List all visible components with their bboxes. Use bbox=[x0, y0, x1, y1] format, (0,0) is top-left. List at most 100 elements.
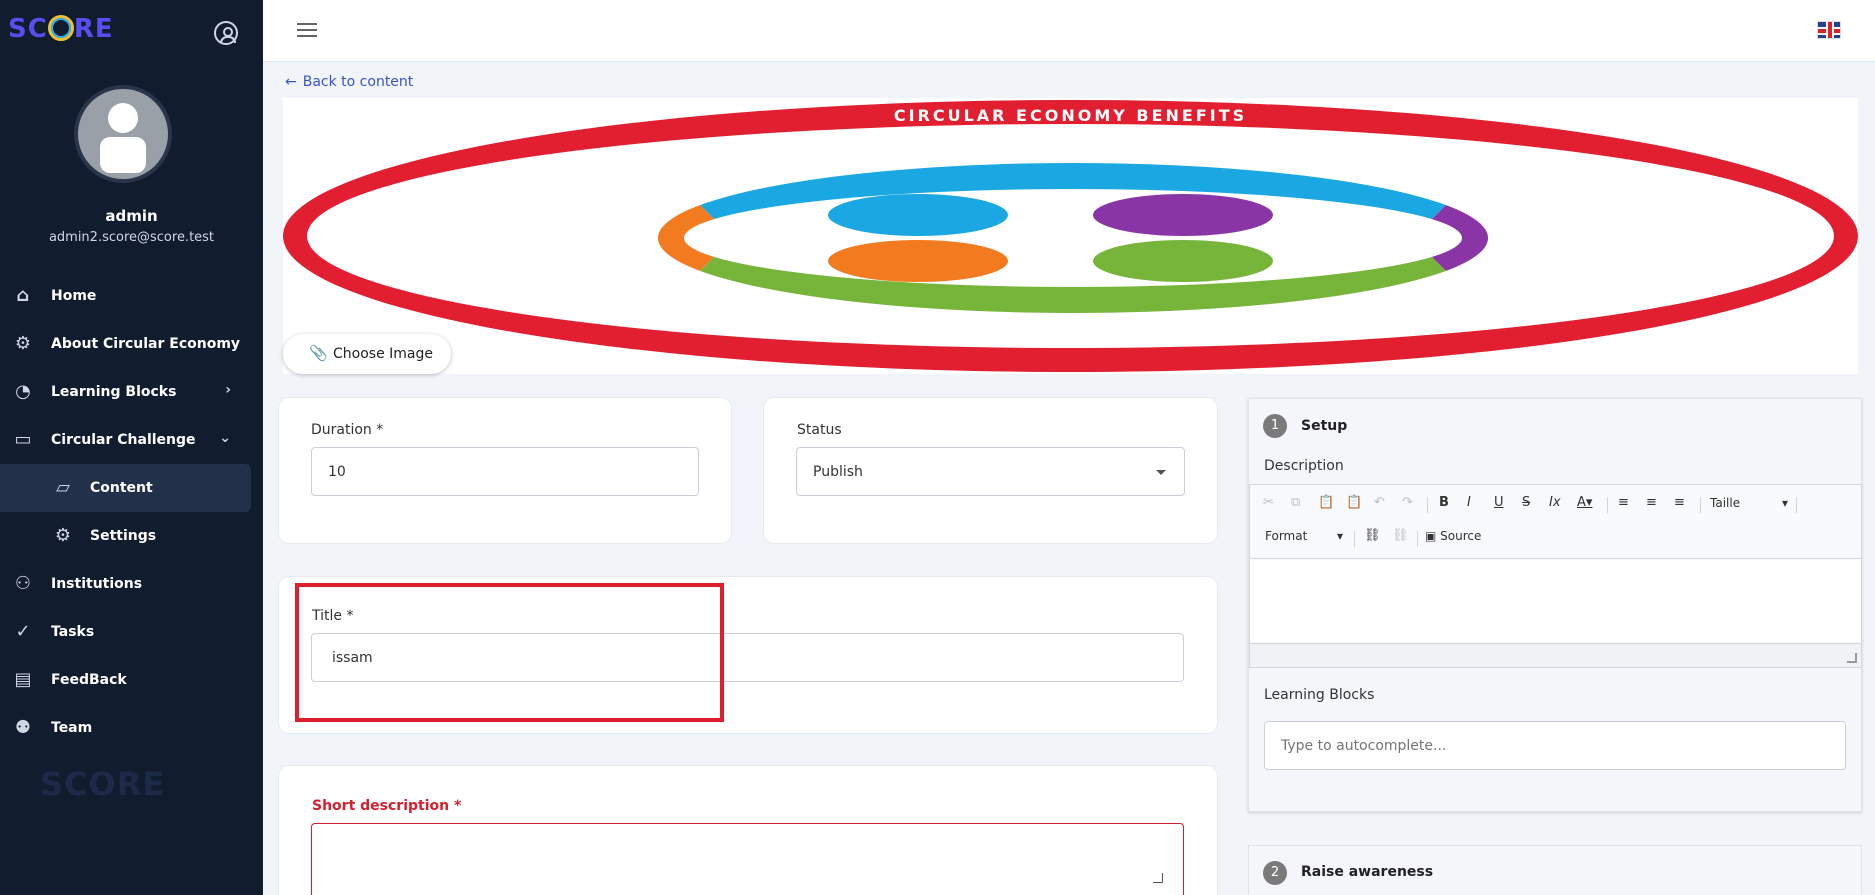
sidebar-item-about[interactable]: ⚙ About Circular Economy bbox=[0, 320, 263, 368]
uk-flag-icon[interactable] bbox=[1817, 21, 1841, 39]
align-left-icon[interactable]: ≡ bbox=[1618, 495, 1629, 510]
strike-icon[interactable]: S bbox=[1522, 495, 1530, 510]
undo-icon[interactable]: ↶ bbox=[1374, 495, 1385, 510]
sidebar-item-label: Settings bbox=[90, 528, 157, 544]
sidebar-item-institutions[interactable]: ⚇ Institutions bbox=[0, 560, 263, 608]
format-select[interactable]: Format ▾ bbox=[1265, 529, 1343, 543]
redo-icon[interactable]: ↷ bbox=[1402, 495, 1413, 510]
sidebar-item-label: Circular Challenge bbox=[51, 432, 196, 448]
back-to-content-link[interactable]: ← Back to content bbox=[285, 74, 413, 90]
duration-input[interactable]: 10 bbox=[311, 447, 699, 496]
toolbar-divider bbox=[1700, 497, 1701, 513]
choose-image-button[interactable]: 📎 Choose Image bbox=[283, 334, 451, 374]
resize-handle-icon[interactable] bbox=[1847, 653, 1857, 663]
score-logo[interactable]: SC RE bbox=[8, 14, 114, 44]
source-button[interactable]: ▣ Source bbox=[1425, 529, 1481, 543]
duration-label: Duration * bbox=[311, 422, 384, 438]
sidebar-item-settings[interactable]: ⚙ Settings bbox=[0, 512, 263, 560]
dropdown-arrow-icon: ▾ bbox=[1782, 496, 1789, 510]
status-card: Status Publish bbox=[764, 398, 1217, 543]
sidebar-item-home[interactable]: ⌂ Home bbox=[0, 272, 263, 320]
sidebar: SC RE admin admin2.score@score.test ⌂ Hom… bbox=[0, 0, 263, 895]
learning-blocks-input[interactable] bbox=[1264, 721, 1846, 770]
font-size-select[interactable]: Taille ▾ bbox=[1710, 496, 1788, 510]
sidebar-item-label: Home bbox=[51, 288, 97, 304]
user-email: admin2.score@score.test bbox=[48, 230, 215, 245]
gear-icon: ⚙ bbox=[54, 525, 72, 546]
resize-handle-icon[interactable] bbox=[1153, 873, 1163, 883]
source-label: Source bbox=[1440, 529, 1482, 543]
status-select[interactable]: Publish bbox=[796, 447, 1185, 496]
sidebar-item-feedback[interactable]: ▤ FeedBack bbox=[0, 656, 263, 704]
account-icon[interactable] bbox=[214, 21, 238, 45]
toolbar-divider bbox=[1607, 497, 1608, 513]
editor-content-area[interactable] bbox=[1250, 560, 1861, 642]
description-editor: ✂ ⧉ 📋 📋 ↶ ↷ B I U S Ix A▾ ≡ ≡ ≡ Taille ▾ … bbox=[1249, 484, 1862, 668]
menu-icon[interactable] bbox=[297, 23, 317, 37]
pie-chart-icon: ◔ bbox=[15, 381, 31, 402]
remanufacture-disc bbox=[1093, 240, 1273, 282]
text-color-icon[interactable]: A▾ bbox=[1577, 495, 1592, 510]
reduce-disc bbox=[828, 194, 1008, 236]
remove-format-icon[interactable]: Ix bbox=[1549, 495, 1561, 510]
paste-icon[interactable]: 📋 bbox=[1318, 495, 1334, 510]
short-description-textarea[interactable] bbox=[311, 823, 1184, 895]
editor-footer bbox=[1250, 643, 1861, 667]
sidebar-item-content[interactable]: ▱ Content bbox=[0, 464, 251, 512]
paperclip-icon: 📎 bbox=[309, 344, 328, 362]
sidebar-item-learning-blocks[interactable]: ◔ Learning Blocks › bbox=[0, 368, 263, 416]
sidebar-item-team[interactable]: ⚉ Team bbox=[0, 704, 263, 752]
cover-image: CIRCULAR ECONOMY BENEFITS bbox=[283, 98, 1858, 374]
sidebar-item-label: Content bbox=[90, 480, 153, 496]
home-icon: ⌂ bbox=[16, 285, 30, 306]
toolbar-divider bbox=[1417, 531, 1418, 547]
sidebar-item-label: Team bbox=[51, 720, 93, 736]
cut-icon[interactable]: ✂ bbox=[1263, 495, 1274, 510]
sidebar-nav: ⌂ Home ⚙ About Circular Economy ◔ Learni… bbox=[0, 272, 263, 752]
copy-icon[interactable]: ⧉ bbox=[1291, 495, 1300, 510]
short-description-card: Short description * bbox=[279, 766, 1217, 895]
arrow-left-icon: ← bbox=[285, 74, 297, 90]
editor-toolbar: ✂ ⧉ 📋 📋 ↶ ↷ B I U S Ix A▾ ≡ ≡ ≡ Taille ▾ … bbox=[1250, 485, 1861, 559]
step-number: 1 bbox=[1263, 414, 1287, 438]
sidebar-item-tasks[interactable]: ✓ Tasks bbox=[0, 608, 263, 656]
step-number: 2 bbox=[1263, 861, 1287, 885]
raise-awareness-panel: 2 Raise awareness bbox=[1248, 845, 1862, 895]
status-value: Publish bbox=[813, 463, 863, 480]
recycle-disc bbox=[828, 240, 1008, 282]
short-description-label: Short description * bbox=[312, 798, 462, 814]
back-link-label: Back to content bbox=[302, 74, 414, 90]
check-circle-icon: ✓ bbox=[15, 621, 31, 642]
status-label: Status bbox=[797, 422, 842, 438]
users-icon: ⚇ bbox=[14, 573, 32, 594]
italic-icon[interactable]: I bbox=[1467, 495, 1471, 510]
underline-icon[interactable]: U bbox=[1494, 495, 1504, 510]
toolbar-divider bbox=[1354, 531, 1355, 547]
title-highlight-box bbox=[295, 583, 724, 722]
avatar bbox=[74, 85, 172, 183]
banner-title: CIRCULAR ECONOMY BENEFITS bbox=[893, 106, 1248, 125]
choose-image-label: Choose Image bbox=[333, 346, 433, 362]
toolbar-divider bbox=[1796, 497, 1797, 513]
step-title[interactable]: Raise awareness bbox=[1301, 864, 1433, 880]
user-name: admin bbox=[105, 207, 158, 225]
link-icon[interactable]: ⛓ bbox=[1364, 528, 1381, 543]
dropdown-arrow-icon: ▾ bbox=[1337, 529, 1344, 543]
logo-ring-icon bbox=[47, 15, 74, 41]
align-center-icon[interactable]: ≡ bbox=[1646, 495, 1657, 510]
document-icon: ▤ bbox=[14, 669, 32, 690]
unlink-icon[interactable]: ⛓ bbox=[1392, 528, 1409, 543]
sidebar-item-label: About Circular Economy bbox=[51, 336, 241, 352]
bold-icon[interactable]: B bbox=[1439, 495, 1449, 510]
toolbar-divider bbox=[1427, 497, 1428, 513]
paste-text-icon[interactable]: 📋 bbox=[1346, 495, 1362, 510]
sidebar-item-label: FeedBack bbox=[51, 672, 127, 688]
sidebar-item-circular-challenge[interactable]: ▭ Circular Challenge ⌄ bbox=[0, 416, 263, 464]
gear-icon: ⚙ bbox=[14, 333, 32, 354]
sidebar-item-label: Institutions bbox=[51, 576, 143, 592]
chevron-down-icon: ⌄ bbox=[219, 430, 231, 446]
topbar bbox=[263, 0, 1875, 62]
align-right-icon[interactable]: ≡ bbox=[1674, 495, 1685, 510]
description-label: Description bbox=[1264, 458, 1344, 474]
font-size-label: Taille bbox=[1710, 496, 1741, 510]
